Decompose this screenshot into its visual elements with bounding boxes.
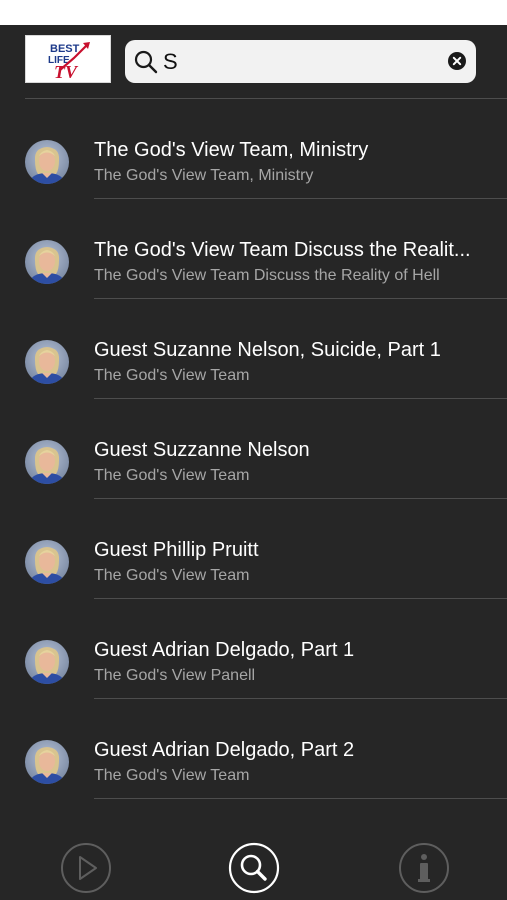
clear-icon[interactable]	[448, 52, 466, 70]
thumbnail-avatar	[25, 740, 69, 784]
result-title: Guest Suzanne Nelson, Suicide, Part 1	[94, 339, 441, 361]
row-divider	[94, 298, 507, 299]
row-divider	[94, 698, 507, 699]
result-title: The God's View Team Discuss the Realit..…	[94, 239, 471, 261]
result-subtitle: The God's View Team, Ministry	[94, 167, 314, 184]
search-input-value[interactable]: S	[163, 50, 178, 74]
result-subtitle: The God's View Team	[94, 567, 250, 584]
logo-graphic: BEST LIFE TV	[48, 42, 90, 82]
result-title: Guest Phillip Pruitt	[94, 539, 259, 561]
row-divider	[94, 398, 507, 399]
header-divider	[25, 98, 507, 99]
thumbnail-avatar	[25, 540, 69, 584]
row-divider	[94, 798, 507, 799]
result-title: Guest Suzzanne Nelson	[94, 439, 310, 461]
results-list: The God's View Team, Ministry The God's V…	[0, 100, 507, 800]
search-field[interactable]: S	[125, 40, 476, 83]
magnifier-icon	[134, 50, 158, 74]
row-divider	[94, 498, 507, 499]
result-row[interactable]: Guest Adrian Delgado, Part 2 The God's Vi…	[0, 700, 507, 800]
row-divider	[94, 198, 507, 199]
tab-play[interactable]	[60, 842, 112, 894]
result-row[interactable]: Guest Suzanne Nelson, Suicide, Part 1 The…	[0, 300, 507, 400]
result-subtitle: The God's View Panell	[94, 667, 256, 684]
thumbnail-avatar	[25, 640, 69, 684]
result-title: The God's View Team, Ministry	[94, 139, 369, 161]
row-divider	[94, 598, 507, 599]
result-row[interactable]: The God's View Team Discuss the Realit..…	[0, 200, 507, 300]
info-icon	[399, 843, 449, 893]
thumbnail-avatar	[25, 440, 69, 484]
search-icon	[228, 842, 280, 894]
svg-text:BEST: BEST	[50, 43, 80, 55]
thumbnail-avatar	[25, 340, 69, 384]
best-life-tv-logo[interactable]: BEST LIFE TV	[25, 35, 111, 83]
thumbnail-avatar	[25, 240, 69, 284]
result-row[interactable]: Guest Phillip Pruitt The God's View Team	[0, 500, 507, 600]
result-subtitle: The God's View Team	[94, 767, 250, 784]
tab-search[interactable]	[228, 842, 280, 894]
result-subtitle: The God's View Team	[94, 467, 250, 484]
result-row[interactable]: The God's View Team, Ministry The God's V…	[0, 100, 507, 200]
result-row[interactable]: Guest Adrian Delgado, Part 1 The God's Vi…	[0, 600, 507, 700]
thumbnail-avatar	[25, 140, 69, 184]
tab-info[interactable]	[398, 842, 450, 894]
header: BEST LIFE TV S	[0, 25, 507, 99]
result-subtitle: The God's View Team Discuss the Reality …	[94, 267, 440, 284]
play-icon	[61, 843, 111, 893]
app-screen: BEST LIFE TV S The God's View Team, Mini…	[0, 25, 507, 900]
result-title: Guest Adrian Delgado, Part 1	[94, 639, 355, 661]
result-title: Guest Adrian Delgado, Part 2	[94, 739, 355, 761]
result-subtitle: The God's View Team	[94, 367, 250, 384]
result-row[interactable]: Guest Suzzanne Nelson The God's View Team	[0, 400, 507, 500]
tab-bar	[0, 840, 507, 900]
